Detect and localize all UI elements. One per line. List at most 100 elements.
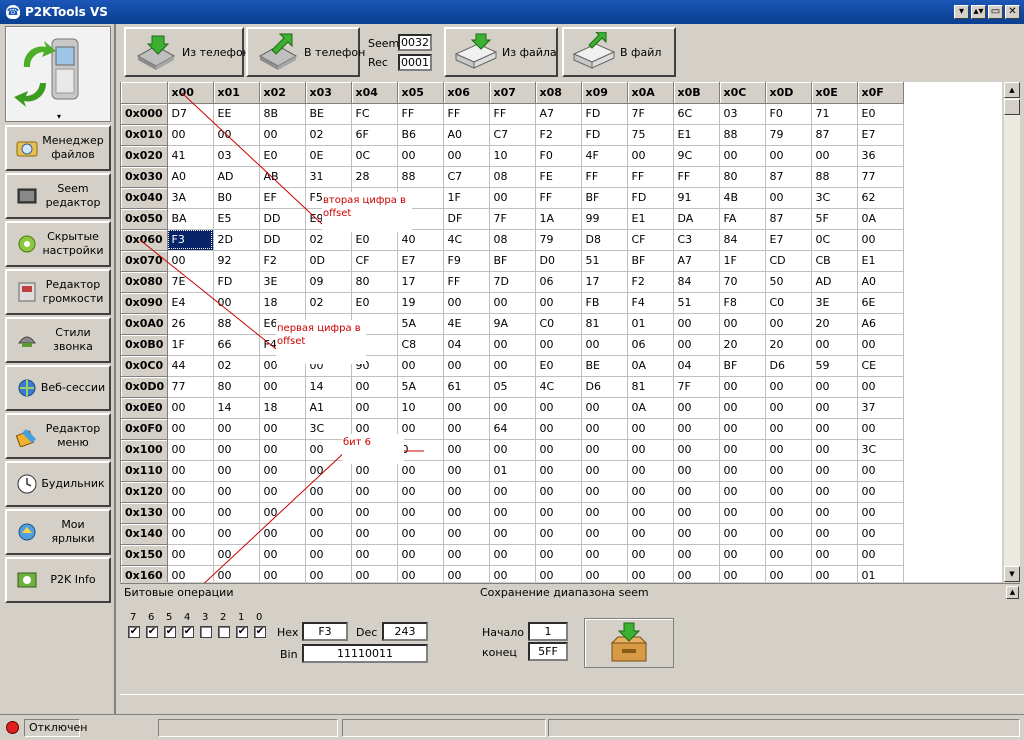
hex-cell[interactable]: 00 <box>167 460 214 482</box>
hex-cell[interactable]: 9C <box>673 145 720 167</box>
hex-cell[interactable]: 00 <box>857 523 904 545</box>
hex-cell[interactable]: 00 <box>857 502 904 524</box>
row-offset-header[interactable]: 0x020 <box>121 145 168 167</box>
hex-cell[interactable]: FF <box>489 103 536 125</box>
row-offset-header[interactable]: 0x100 <box>121 439 168 461</box>
hex-cell[interactable]: 91 <box>673 187 720 209</box>
hex-cell[interactable]: 02 <box>305 292 352 314</box>
hex-cell[interactable]: E7 <box>397 250 444 272</box>
hex-cell[interactable]: 51 <box>673 292 720 314</box>
hex-cell[interactable]: F3 <box>167 229 214 251</box>
hex-cell[interactable]: 00 <box>213 565 260 582</box>
hex-cell[interactable]: FD <box>213 271 260 293</box>
hex-cell[interactable]: 00 <box>673 544 720 566</box>
hex-cell[interactable]: 00 <box>811 460 858 482</box>
hex-cell[interactable]: 08 <box>489 166 536 188</box>
hex-cell[interactable]: 0C <box>351 145 398 167</box>
hex-cell[interactable]: 00 <box>581 523 628 545</box>
hex-cell[interactable]: 5A <box>397 376 444 398</box>
row-offset-header[interactable]: 0x080 <box>121 271 168 293</box>
hex-cell[interactable]: 00 <box>765 481 812 503</box>
hex-cell[interactable]: 00 <box>489 523 536 545</box>
hex-cell[interactable]: 00 <box>443 544 490 566</box>
hex-cell[interactable]: C0 <box>535 313 582 335</box>
hex-cell[interactable]: 80 <box>351 271 398 293</box>
hex-cell[interactable]: 00 <box>811 397 858 419</box>
hex-cell[interactable]: 00 <box>857 460 904 482</box>
hex-cell[interactable]: 17 <box>581 271 628 293</box>
hex-cell[interactable]: 00 <box>259 376 306 398</box>
row-offset-header[interactable]: 0x140 <box>121 523 168 545</box>
hex-cell[interactable]: 7F <box>627 103 674 125</box>
hex-cell[interactable]: B6 <box>397 124 444 146</box>
row-offset-header[interactable]: 0x060 <box>121 229 168 251</box>
hex-cell[interactable]: E1 <box>673 124 720 146</box>
hex-cell[interactable]: 77 <box>857 166 904 188</box>
hex-cell[interactable]: 00 <box>259 124 306 146</box>
hex-cell[interactable]: FD <box>627 187 674 209</box>
hex-cell[interactable]: 00 <box>581 334 628 356</box>
hex-cell[interactable]: FE <box>535 166 582 188</box>
hex-cell[interactable]: 00 <box>535 334 582 356</box>
hex-cell[interactable]: 87 <box>765 208 812 230</box>
bit-checkbox-7[interactable]: ✔ <box>128 626 140 638</box>
hex-cell[interactable]: 03 <box>213 145 260 167</box>
row-offset-header[interactable]: 0x0C0 <box>121 355 168 377</box>
hex-cell[interactable]: 00 <box>811 439 858 461</box>
column-header-x06[interactable]: x06 <box>443 82 490 104</box>
hex-cell[interactable]: 00 <box>811 418 858 440</box>
hex-cell[interactable]: 00 <box>259 481 306 503</box>
row-offset-header[interactable]: 0x0B0 <box>121 334 168 356</box>
column-header-x0d[interactable]: x0D <box>765 82 812 104</box>
hex-cell[interactable]: 00 <box>811 502 858 524</box>
hex-cell[interactable]: 00 <box>397 481 444 503</box>
hex-cell[interactable]: 00 <box>719 376 766 398</box>
hex-cell[interactable]: 00 <box>673 418 720 440</box>
hex-cell[interactable]: 00 <box>673 439 720 461</box>
hex-cell[interactable]: 40 <box>397 229 444 251</box>
hex-cell[interactable]: FF <box>627 166 674 188</box>
hex-cell[interactable]: 20 <box>811 313 858 335</box>
hex-cell[interactable]: 00 <box>167 565 214 582</box>
hex-cell[interactable]: 00 <box>719 418 766 440</box>
hex-cell[interactable]: 00 <box>167 523 214 545</box>
hex-cell[interactable]: 00 <box>489 565 536 582</box>
hex-cell[interactable]: E0 <box>351 292 398 314</box>
hex-cell[interactable]: 00 <box>627 502 674 524</box>
hex-cell[interactable]: 0E <box>305 145 352 167</box>
hex-cell[interactable]: FB <box>581 292 628 314</box>
hex-cell[interactable]: 00 <box>167 481 214 503</box>
hex-cell[interactable]: 00 <box>167 502 214 524</box>
hex-cell[interactable]: 00 <box>581 397 628 419</box>
sidebar-item-hidden-settings[interactable]: Скрытые настройки <box>5 221 111 267</box>
column-header-x00[interactable]: x00 <box>167 82 214 104</box>
hex-cell[interactable]: 00 <box>765 313 812 335</box>
hex-cell[interactable]: 37 <box>857 397 904 419</box>
hex-cell[interactable]: 06 <box>627 334 674 356</box>
hex-cell[interactable]: 70 <box>719 271 766 293</box>
row-offset-header[interactable]: 0x040 <box>121 187 168 209</box>
hex-cell[interactable]: 00 <box>351 397 398 419</box>
hex-cell[interactable]: 84 <box>673 271 720 293</box>
hex-cell[interactable]: 18 <box>259 292 306 314</box>
sidebar-item-ring-styles[interactable]: Стили звонка <box>5 317 111 363</box>
hex-cell[interactable]: 01 <box>627 313 674 335</box>
hex-cell[interactable]: 00 <box>535 418 582 440</box>
row-offset-header[interactable]: 0x120 <box>121 481 168 503</box>
hex-cell[interactable]: 66 <box>213 334 260 356</box>
hex-cell[interactable]: 88 <box>213 313 260 335</box>
hex-cell[interactable]: 59 <box>811 355 858 377</box>
maximize-button[interactable]: ▭ <box>988 5 1003 19</box>
hex-cell[interactable]: 00 <box>627 460 674 482</box>
hex-cell[interactable]: 00 <box>397 145 444 167</box>
hex-cell[interactable]: F9 <box>443 250 490 272</box>
hex-cell[interactable]: E0 <box>535 355 582 377</box>
hex-cell[interactable]: 00 <box>397 355 444 377</box>
hex-cell[interactable]: 06 <box>535 271 582 293</box>
hex-cell[interactable]: E1 <box>627 208 674 230</box>
hex-cell[interactable]: 00 <box>719 145 766 167</box>
hex-cell[interactable]: 00 <box>535 565 582 582</box>
hex-cell[interactable]: C0 <box>765 292 812 314</box>
hex-cell[interactable]: 00 <box>719 544 766 566</box>
hex-cell[interactable]: F2 <box>627 271 674 293</box>
